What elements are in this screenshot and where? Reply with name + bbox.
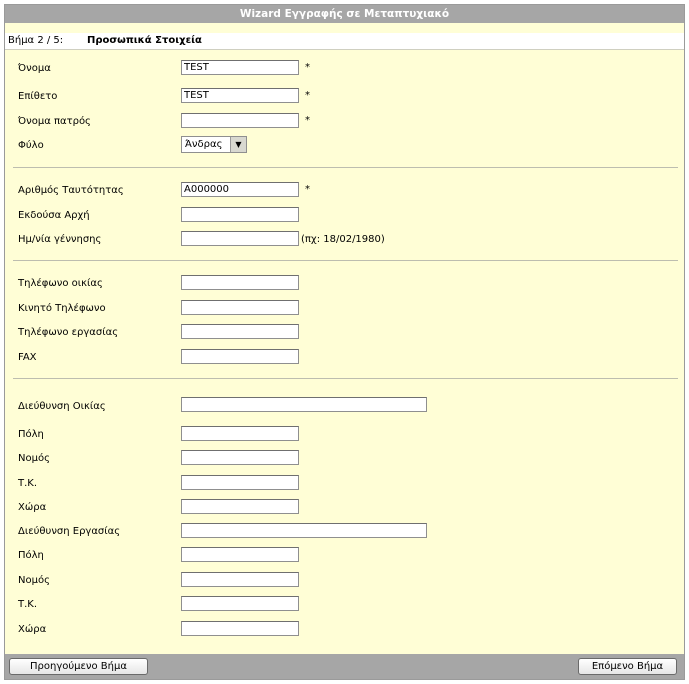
home-phone-input[interactable] bbox=[181, 275, 299, 290]
home-country-input[interactable] bbox=[181, 499, 299, 514]
work-city-label: Πόλη bbox=[18, 550, 44, 561]
last-name-input[interactable] bbox=[181, 88, 299, 103]
work-country-label: Χώρα bbox=[18, 624, 47, 635]
work-prefecture-label: Νομός bbox=[18, 575, 50, 586]
home-address-label: Διεύθυνση Οικίας bbox=[18, 401, 106, 412]
home-prefecture-label: Νομός bbox=[18, 453, 50, 464]
work-address-label: Διεύθυνση Εργασίας bbox=[18, 526, 121, 537]
home-postal-code-label: Τ.Κ. bbox=[18, 478, 38, 489]
work-phone-input[interactable] bbox=[181, 324, 299, 339]
step-title: Προσωπικά Στοιχεία bbox=[87, 35, 202, 46]
gender-selected-value: Άνδρας bbox=[185, 139, 223, 150]
first-name-label: Όνομα bbox=[18, 63, 51, 74]
work-phone-label: Τηλέφωνο εργασίας bbox=[18, 327, 119, 338]
section-divider bbox=[13, 167, 678, 168]
section-divider bbox=[13, 260, 678, 261]
home-prefecture-input[interactable] bbox=[181, 450, 299, 465]
last-name-required-mark: * bbox=[305, 90, 310, 101]
step-number: Βήμα 2 / 5: bbox=[8, 35, 64, 46]
work-prefecture-input[interactable] bbox=[181, 572, 299, 587]
step-header: Βήμα 2 / 5: Προσωπικά Στοιχεία bbox=[5, 33, 684, 50]
previous-step-button[interactable]: Προηγούμενο Βήμα bbox=[9, 658, 148, 675]
wizard-footer: Προηγούμενο Βήμα Επόμενο Βήμα bbox=[5, 654, 684, 679]
id-number-required-mark: * bbox=[305, 184, 310, 195]
next-step-button[interactable]: Επόμενο Βήμα bbox=[578, 658, 677, 675]
home-city-input[interactable] bbox=[181, 426, 299, 441]
work-country-input[interactable] bbox=[181, 621, 299, 636]
id-number-input[interactable] bbox=[181, 182, 299, 197]
gender-select[interactable]: Άνδρας ▼ bbox=[181, 136, 247, 153]
gender-label: Φύλο bbox=[18, 140, 44, 151]
fax-input[interactable] bbox=[181, 349, 299, 364]
home-city-label: Πόλη bbox=[18, 429, 44, 440]
mobile-phone-label: Κινητό Τηλέφωνο bbox=[18, 303, 106, 314]
wizard-title: Wizard Εγγραφής σε Μεταπτυχιακό bbox=[5, 5, 684, 23]
wizard-panel: Wizard Εγγραφής σε Μεταπτυχιακό Βήμα 2 /… bbox=[4, 4, 685, 680]
section-divider bbox=[13, 378, 678, 379]
first-name-input[interactable] bbox=[181, 60, 299, 75]
work-postal-code-input[interactable] bbox=[181, 596, 299, 611]
birth-date-hint: (πχ: 18/02/1980) bbox=[301, 234, 385, 245]
work-postal-code-label: Τ.Κ. bbox=[18, 599, 38, 610]
father-name-required-mark: * bbox=[305, 115, 310, 126]
issuing-authority-label: Εκδούσα Αρχή bbox=[18, 210, 90, 221]
home-address-input[interactable] bbox=[181, 397, 427, 412]
issuing-authority-input[interactable] bbox=[181, 207, 299, 222]
work-city-input[interactable] bbox=[181, 547, 299, 562]
birth-date-label: Ημ/νία γέννησης bbox=[18, 234, 102, 245]
last-name-label: Επίθετο bbox=[18, 91, 58, 102]
home-country-label: Χώρα bbox=[18, 502, 47, 513]
fax-label: FAX bbox=[18, 352, 37, 363]
father-name-input[interactable] bbox=[181, 113, 299, 128]
work-address-input[interactable] bbox=[181, 523, 427, 538]
home-postal-code-input[interactable] bbox=[181, 475, 299, 490]
mobile-phone-input[interactable] bbox=[181, 300, 299, 315]
chevron-down-icon[interactable]: ▼ bbox=[230, 137, 246, 152]
father-name-label: Όνομα πατρός bbox=[18, 116, 91, 127]
birth-date-input[interactable] bbox=[181, 231, 299, 246]
first-name-required-mark: * bbox=[305, 62, 310, 73]
home-phone-label: Τηλέφωνο οικίας bbox=[18, 278, 103, 289]
id-number-label: Αριθμός Ταυτότητας bbox=[18, 185, 124, 196]
